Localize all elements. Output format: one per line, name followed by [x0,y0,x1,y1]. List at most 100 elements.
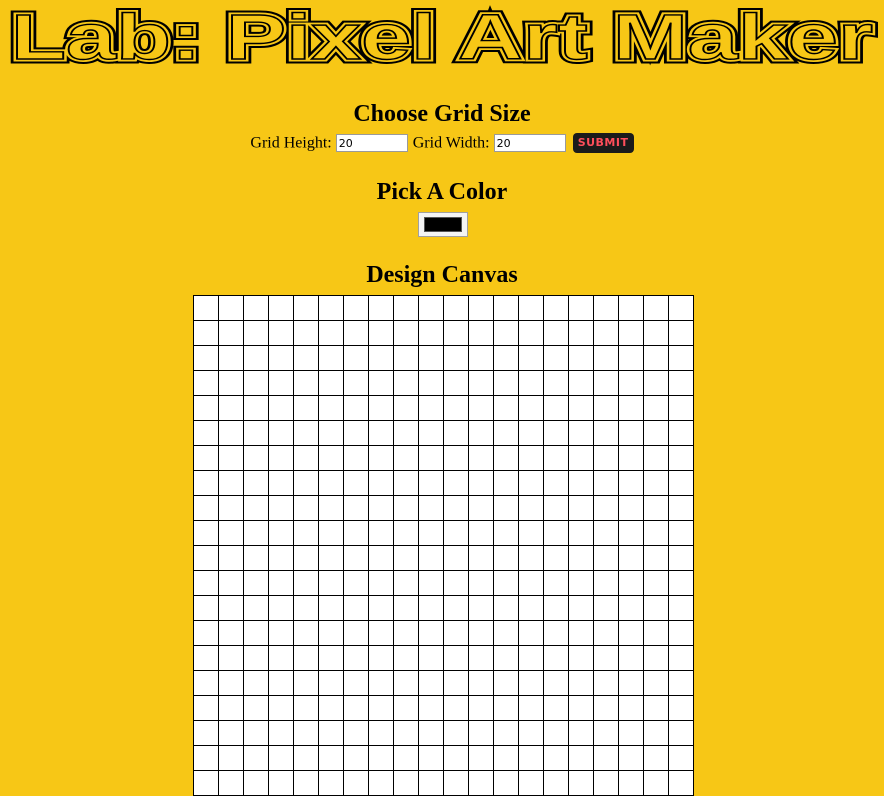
canvas-cell[interactable] [593,370,619,396]
canvas-cell[interactable] [443,595,469,621]
canvas-cell[interactable] [218,420,244,446]
canvas-cell[interactable] [443,770,469,796]
canvas-cell[interactable] [493,345,519,371]
canvas-cell[interactable] [368,720,394,746]
canvas-cell[interactable] [418,395,444,421]
canvas-cell[interactable] [668,470,694,496]
canvas-cell[interactable] [393,445,419,471]
canvas-cell[interactable] [418,645,444,671]
canvas-cell[interactable] [643,395,669,421]
canvas-cell[interactable] [443,495,469,521]
canvas-cell[interactable] [443,395,469,421]
canvas-cell[interactable] [268,720,294,746]
canvas-cell[interactable] [543,595,569,621]
canvas-cell[interactable] [493,720,519,746]
canvas-cell[interactable] [218,745,244,771]
canvas-cell[interactable] [368,695,394,721]
canvas-cell[interactable] [618,595,644,621]
canvas-cell[interactable] [618,370,644,396]
canvas-cell[interactable] [668,370,694,396]
canvas-cell[interactable] [593,495,619,521]
canvas-cell[interactable] [543,395,569,421]
canvas-cell[interactable] [568,620,594,646]
canvas-cell[interactable] [218,620,244,646]
canvas-cell[interactable] [568,770,594,796]
canvas-cell[interactable] [218,370,244,396]
canvas-cell[interactable] [568,470,594,496]
canvas-cell[interactable] [643,370,669,396]
canvas-cell[interactable] [193,645,219,671]
canvas-cell[interactable] [193,570,219,596]
canvas-cell[interactable] [368,595,394,621]
canvas-cell[interactable] [418,470,444,496]
canvas-cell[interactable] [493,495,519,521]
canvas-cell[interactable] [568,345,594,371]
grid-height-input[interactable] [335,134,408,153]
canvas-cell[interactable] [268,495,294,521]
canvas-cell[interactable] [393,670,419,696]
canvas-cell[interactable] [643,320,669,346]
canvas-cell[interactable] [218,295,244,321]
canvas-cell[interactable] [593,720,619,746]
canvas-cell[interactable] [243,745,269,771]
canvas-cell[interactable] [468,370,494,396]
canvas-cell[interactable] [593,595,619,621]
canvas-cell[interactable] [193,420,219,446]
canvas-cell[interactable] [268,745,294,771]
canvas-cell[interactable] [293,620,319,646]
canvas-cell[interactable] [193,720,219,746]
canvas-cell[interactable] [618,395,644,421]
canvas-cell[interactable] [443,720,469,746]
canvas-cell[interactable] [318,595,344,621]
canvas-cell[interactable] [193,395,219,421]
canvas-cell[interactable] [518,745,544,771]
canvas-cell[interactable] [193,745,219,771]
canvas-cell[interactable] [343,445,369,471]
canvas-cell[interactable] [468,395,494,421]
canvas-cell[interactable] [493,545,519,571]
canvas-cell[interactable] [268,320,294,346]
canvas-cell[interactable] [618,570,644,596]
canvas-cell[interactable] [268,295,294,321]
canvas-cell[interactable] [318,345,344,371]
canvas-cell[interactable] [568,395,594,421]
canvas-cell[interactable] [568,570,594,596]
canvas-cell[interactable] [443,295,469,321]
canvas-cell[interactable] [393,595,419,621]
canvas-cell[interactable] [343,720,369,746]
canvas-cell[interactable] [368,295,394,321]
canvas-cell[interactable] [493,295,519,321]
canvas-cell[interactable] [268,520,294,546]
canvas-cell[interactable] [568,745,594,771]
canvas-cell[interactable] [318,320,344,346]
canvas-cell[interactable] [468,345,494,371]
canvas-cell[interactable] [568,595,594,621]
canvas-cell[interactable] [243,470,269,496]
canvas-cell[interactable] [493,320,519,346]
canvas-cell[interactable] [293,720,319,746]
canvas-cell[interactable] [193,695,219,721]
canvas-cell[interactable] [268,695,294,721]
canvas-cell[interactable] [368,345,394,371]
canvas-cell[interactable] [518,670,544,696]
canvas-cell[interactable] [293,520,319,546]
canvas-cell[interactable] [443,320,469,346]
canvas-cell[interactable] [243,770,269,796]
canvas-cell[interactable] [443,345,469,371]
canvas-cell[interactable] [643,495,669,521]
canvas-cell[interactable] [393,720,419,746]
canvas-cell[interactable] [468,670,494,696]
canvas-cell[interactable] [318,470,344,496]
canvas-cell[interactable] [318,445,344,471]
canvas-cell[interactable] [618,770,644,796]
canvas-cell[interactable] [318,745,344,771]
canvas-cell[interactable] [518,770,544,796]
canvas-cell[interactable] [368,620,394,646]
canvas-cell[interactable] [293,445,319,471]
canvas-cell[interactable] [493,520,519,546]
canvas-cell[interactable] [618,495,644,521]
canvas-cell[interactable] [468,695,494,721]
canvas-cell[interactable] [418,345,444,371]
canvas-cell[interactable] [293,345,319,371]
canvas-cell[interactable] [543,420,569,446]
